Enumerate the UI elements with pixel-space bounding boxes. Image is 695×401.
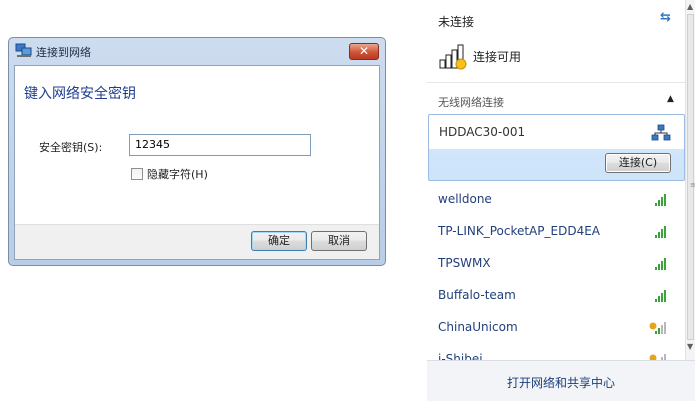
- dialog-title: 连接到网络: [36, 46, 91, 59]
- wireless-network-panel: 未连接 ⇆ 连接可用 无线网络连接 ▲ HDDAC30-001 连接(C) we…: [427, 0, 695, 401]
- selected-network-item[interactable]: HDDAC30-001 连接(C): [428, 114, 685, 181]
- signal-available-icon: [439, 44, 467, 70]
- connections-available-text: 连接可用: [473, 50, 522, 64]
- network-item[interactable]: welldone: [427, 184, 685, 216]
- refresh-icon[interactable]: ⇆: [660, 10, 671, 25]
- connection-status: 未连接: [438, 15, 475, 29]
- connect-to-network-dialog: 连接到网络 ✕ 键入网络安全密钥 安全密钥(S): 12345 隐藏字符(H) …: [8, 37, 386, 266]
- open-network-center-link[interactable]: 打开网络和共享中心: [427, 374, 695, 391]
- selected-network-name: HDDAC30-001: [439, 125, 526, 139]
- close-icon: ✕: [358, 44, 370, 58]
- hide-characters-label: 隐藏字符(H): [147, 168, 208, 181]
- secured-signal-icon: [649, 322, 666, 334]
- grip-icon: ≡: [690, 181, 695, 189]
- scroll-up-icon[interactable]: ▲: [687, 2, 693, 11]
- security-key-label: 安全密钥(S):: [39, 141, 103, 154]
- dialog-heading: 键入网络安全密钥: [24, 86, 136, 102]
- scroll-down-icon[interactable]: ▼: [687, 342, 693, 351]
- network-name: welldone: [438, 192, 492, 206]
- signal-strength-icon: [655, 258, 666, 270]
- dialog-titlebar: 连接到网络 ✕: [9, 38, 385, 64]
- signal-strength-icon: [655, 194, 666, 206]
- panel-footer: 打开网络和共享中心: [427, 360, 695, 401]
- dialog-body: 键入网络安全密钥 安全密钥(S): 12345 隐藏字符(H) 确定 取消: [14, 65, 380, 260]
- network-icon: [15, 43, 32, 57]
- network-item[interactable]: TPSWMX: [427, 248, 685, 280]
- chevron-up-icon[interactable]: ▲: [667, 94, 674, 104]
- scroll-thumb[interactable]: ≡: [687, 14, 695, 340]
- security-key-input[interactable]: 12345: [129, 134, 311, 156]
- network-item[interactable]: Buffalo-team: [427, 280, 685, 312]
- dialog-button-bar: 确定 取消: [15, 224, 379, 259]
- signal-strength-icon: [655, 290, 666, 302]
- network-item[interactable]: TP-LINK_PocketAP_EDD4EA: [427, 216, 685, 248]
- ok-button[interactable]: 确定: [251, 231, 307, 251]
- connect-button[interactable]: 连接(C): [605, 153, 671, 173]
- network-name: TPSWMX: [438, 256, 491, 270]
- network-name: TP-LINK_PocketAP_EDD4EA: [438, 224, 600, 238]
- network-name: Buffalo-team: [438, 288, 516, 302]
- divider: [427, 82, 685, 83]
- cancel-button[interactable]: 取消: [311, 231, 367, 251]
- network-name: ChinaUnicom: [438, 320, 518, 334]
- network-devices-icon: [651, 124, 671, 141]
- signal-strength-icon: [655, 226, 666, 238]
- scrollbar[interactable]: ▲ ≡ ▼: [685, 0, 695, 360]
- hide-characters-option[interactable]: 隐藏字符(H): [131, 166, 208, 182]
- hide-characters-checkbox[interactable]: [131, 168, 143, 180]
- section-title: 无线网络连接: [438, 96, 504, 109]
- network-item[interactable]: ChinaUnicom: [427, 312, 685, 344]
- close-button[interactable]: ✕: [349, 43, 379, 60]
